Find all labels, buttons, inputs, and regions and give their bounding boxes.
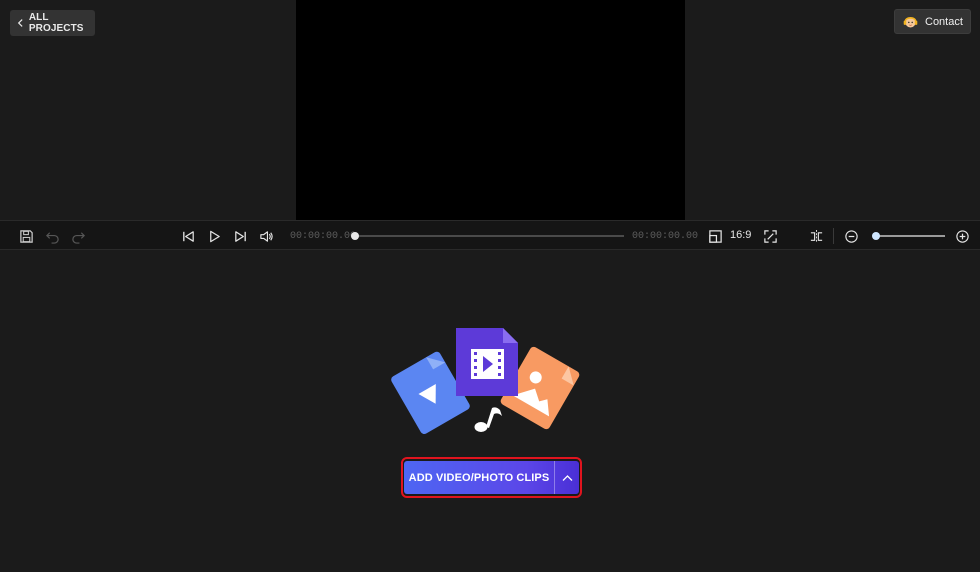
current-time: 00:00:00.00	[290, 231, 357, 242]
playback-progress-track[interactable]	[356, 235, 624, 237]
add-clips-label[interactable]: ADD VIDEO/PHOTO CLIPS	[404, 461, 554, 494]
preview-area: ALL PROJECTS Contact	[0, 0, 980, 220]
undo-icon	[45, 231, 59, 244]
undo-button[interactable]	[43, 227, 61, 245]
add-clips-button[interactable]: ADD VIDEO/PHOTO CLIPS	[404, 461, 579, 494]
volume-icon	[259, 230, 273, 242]
play-button[interactable]	[205, 227, 223, 245]
save-button[interactable]	[17, 227, 35, 245]
aspect-ratio-button[interactable]	[706, 227, 724, 245]
music-note-icon	[474, 407, 502, 432]
split-button[interactable]	[807, 227, 825, 245]
zoom-slider-track[interactable]	[874, 235, 945, 237]
redo-button[interactable]	[69, 227, 87, 245]
chevron-up-icon	[562, 474, 572, 481]
fullscreen-button[interactable]	[761, 227, 779, 245]
timeline-area: ADD VIDEO/PHOTO CLIPS	[0, 250, 980, 572]
video-file-icon	[456, 328, 518, 396]
skip-forward-button[interactable]	[231, 227, 249, 245]
media-files-illustration	[391, 328, 580, 434]
skip-back-button[interactable]	[179, 227, 197, 245]
fullscreen-icon	[763, 229, 777, 243]
skip-back-icon	[182, 230, 194, 242]
play-icon	[209, 230, 220, 242]
zoom-in-icon	[955, 229, 969, 243]
video-preview[interactable]	[296, 0, 685, 220]
skip-forward-icon	[234, 230, 246, 242]
playback-progress-handle[interactable]	[351, 232, 359, 240]
zoom-out-button[interactable]	[842, 227, 860, 245]
total-time: 00:00:00.00	[632, 231, 699, 242]
aspect-ratio-icon	[708, 229, 722, 243]
player-toolbar: 00:00:00.00 00:00:00.00 16:9	[0, 220, 980, 250]
save-icon	[19, 229, 33, 243]
aspect-ratio-label[interactable]: 16:9	[730, 229, 751, 241]
split-icon	[810, 229, 822, 243]
volume-button[interactable]	[257, 227, 275, 245]
zoom-slider-handle[interactable]	[872, 232, 880, 240]
add-clips-menu-toggle[interactable]	[555, 461, 579, 494]
chevron-left-icon	[17, 19, 23, 27]
all-projects-label: ALL PROJECTS	[28, 12, 84, 34]
all-projects-button[interactable]: ALL PROJECTS	[10, 10, 95, 36]
support-avatar-icon	[902, 13, 919, 30]
contact-label: Contact	[925, 15, 963, 28]
zoom-out-icon	[844, 229, 858, 243]
zoom-in-button[interactable]	[953, 227, 971, 245]
redo-icon	[71, 231, 85, 244]
toolbar-divider	[833, 228, 834, 244]
contact-button[interactable]: Contact	[894, 9, 971, 34]
